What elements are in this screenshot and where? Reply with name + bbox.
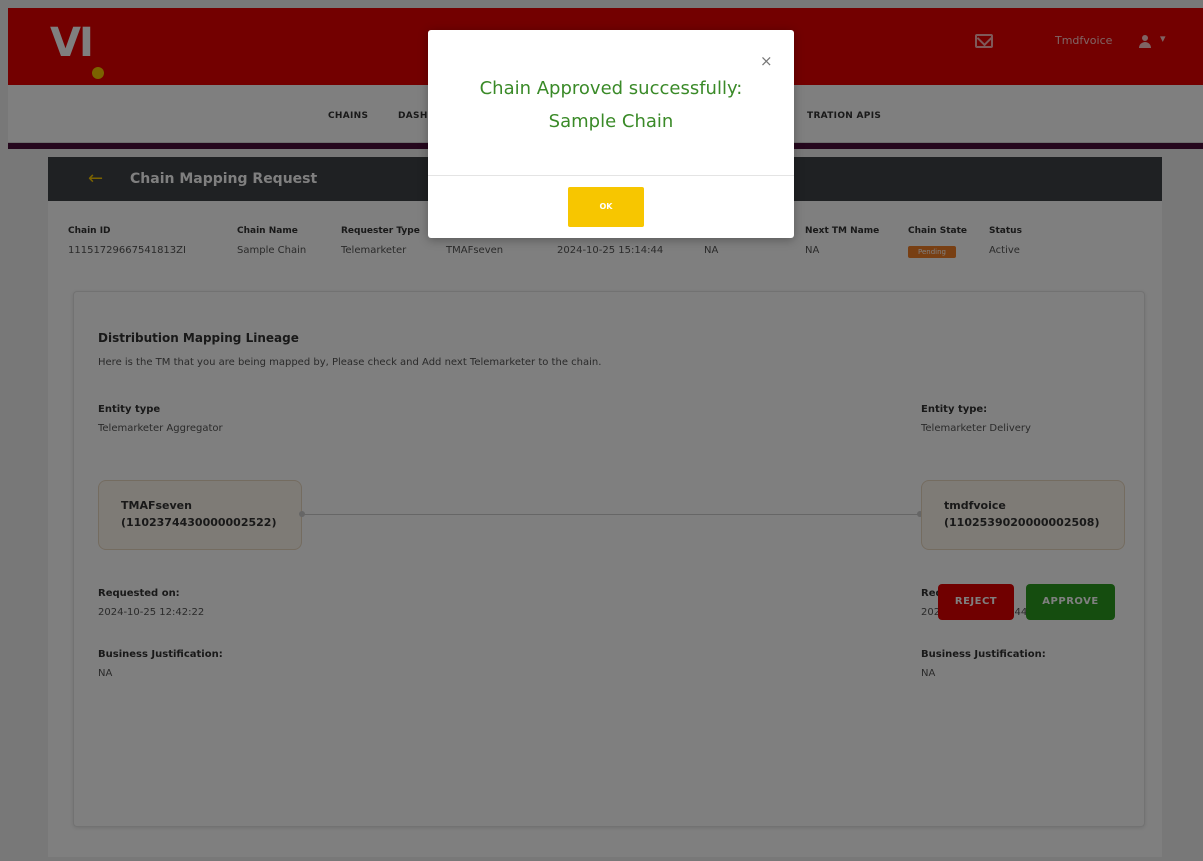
success-message-line2: Sample Chain — [548, 111, 674, 132]
ok-button[interactable]: OK — [568, 187, 644, 227]
success-dialog: × Chain Approved successfully: Sample Ch… — [428, 30, 794, 238]
modal-divider — [428, 175, 794, 176]
success-message-line1: Chain Approved successfully: — [479, 78, 743, 99]
close-icon[interactable]: × — [760, 52, 773, 70]
success-message: Chain Approved successfully: Sample Chai… — [428, 72, 794, 138]
